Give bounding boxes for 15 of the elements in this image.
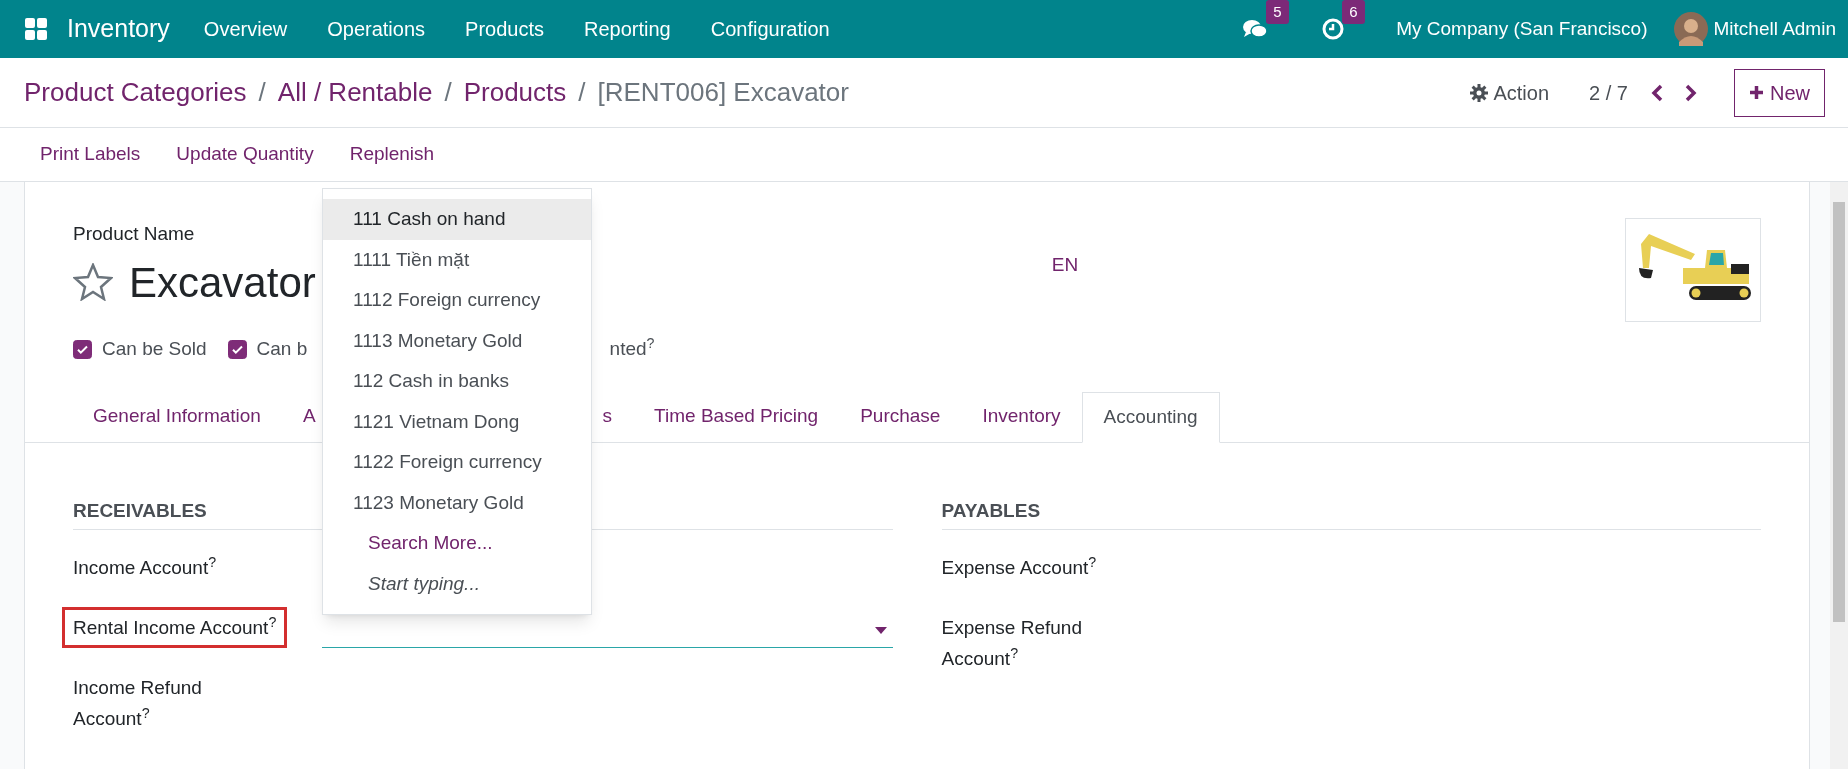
breadcrumb-separator: /	[258, 76, 266, 109]
field-label: Income Refund Account$^{?}$	[73, 676, 202, 731]
field-label: Rental Income Account$^{?}$	[62, 607, 288, 648]
field-label: Expense Refund Account$^{?}$	[941, 616, 1082, 671]
field-label: Income Account$^{?}$	[73, 552, 217, 580]
typing-hint: Start typing...	[367, 571, 481, 596]
field-label: Product Name	[73, 222, 196, 246]
section-title: PAYABLES	[941, 496, 1761, 530]
breadcrumb-current: [RENT006] Excavator	[597, 76, 849, 109]
notification-badge: 5	[1266, 0, 1289, 24]
field-label: Expense Account$^{?}$	[941, 552, 1097, 580]
pager-value: 2 / 7	[1589, 80, 1628, 106]
notification-badge: 6	[1342, 0, 1365, 24]
breadcrumb-separator: /	[578, 76, 586, 109]
breadcrumb-separator: /	[444, 76, 452, 109]
